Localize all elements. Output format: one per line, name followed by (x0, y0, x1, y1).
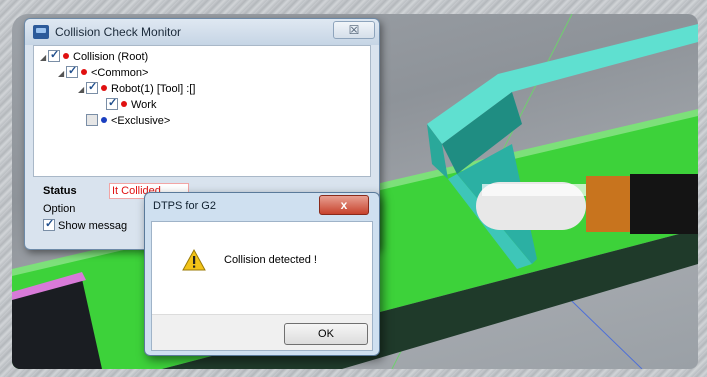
blue-dot-icon (101, 117, 107, 123)
ok-button[interactable]: OK (284, 323, 368, 345)
dialog-message: Collision detected ! (224, 254, 317, 266)
show-message-option[interactable]: Show messag (43, 217, 128, 232)
tree-node-label: <Exclusive> (111, 115, 171, 127)
tree-checkbox[interactable] (86, 80, 98, 95)
option-label: Option (43, 203, 76, 215)
red-dot-icon (121, 101, 127, 107)
expand-arrow-icon[interactable]: ◢ (78, 82, 86, 97)
tree-node-label: Robot(1) [Tool] :[] (111, 83, 196, 95)
tool-highlight (482, 184, 586, 196)
dialog-title: DTPS for G2 (153, 200, 216, 212)
tree-checkbox[interactable] (66, 64, 78, 79)
expand-arrow-icon[interactable]: ◢ (40, 50, 48, 65)
tree-node-work[interactable]: Work (106, 96, 157, 113)
tree-node-collision-root[interactable]: ◢ Collision (Root) (40, 48, 149, 65)
tree-node-robot[interactable]: ◢ Robot(1) [Tool] :[] (78, 80, 196, 97)
tree-node-exclusive[interactable]: <Exclusive> (86, 114, 170, 129)
tree-node-label: Work (131, 99, 157, 111)
expand-arrow-icon[interactable]: ◢ (58, 66, 66, 81)
tree-node-common[interactable]: ◢ <Common> (58, 64, 149, 81)
collision-tree[interactable]: ◢ Collision (Root) ◢ <Common> ◢ Robot(1) [T… (33, 45, 371, 177)
monitor-close-button[interactable]: ☒ (333, 21, 375, 39)
red-dot-icon (63, 53, 69, 59)
tree-checkbox[interactable] (106, 96, 118, 111)
show-message-label: Show messag (58, 220, 128, 232)
dialog-footer: OK (152, 314, 372, 350)
dialog-close-button[interactable]: x (319, 195, 369, 215)
monitor-titlebar[interactable]: Collision Check Monitor ☒ (25, 19, 379, 45)
app-icon (33, 25, 49, 39)
dialog-body: Collision detected ! OK (151, 221, 373, 351)
red-dot-icon (81, 69, 87, 75)
red-dot-icon (101, 85, 107, 91)
show-message-checkbox[interactable] (43, 217, 55, 231)
status-label: Status (43, 185, 77, 197)
tool-holder (630, 174, 698, 234)
tool-collar (586, 176, 630, 232)
collision-alert-dialog[interactable]: DTPS for G2 x Collision detected ! OK (144, 192, 380, 356)
tree-checkbox[interactable] (86, 114, 98, 126)
tree-checkbox[interactable] (48, 48, 60, 63)
warning-icon (182, 248, 206, 271)
tree-node-label: <Common> (91, 67, 149, 79)
tree-node-label: Collision (Root) (73, 51, 149, 63)
monitor-title: Collision Check Monitor (55, 25, 182, 39)
